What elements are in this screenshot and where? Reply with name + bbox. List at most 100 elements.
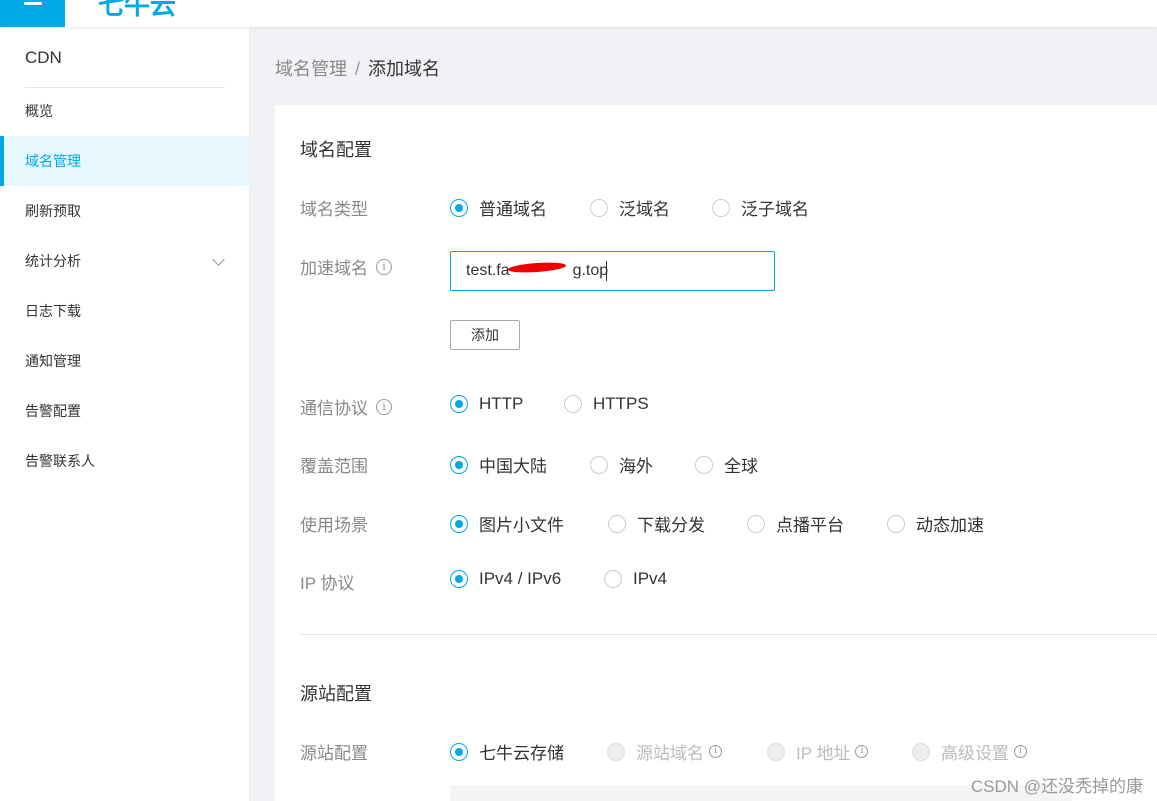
section-divider (300, 634, 1157, 635)
sidebar-item-label: 刷新预取 (25, 203, 81, 219)
scenario-option-dynamic[interactable]: 动态加速 (887, 511, 984, 536)
scenario-option-images[interactable]: 图片小文件 (450, 511, 564, 536)
scenario-option-download[interactable]: 下载分发 (608, 511, 705, 536)
option-label: IPv4 (633, 569, 668, 588)
domain-input-suffix: g.top (572, 262, 609, 279)
radio-unchecked-icon (887, 514, 905, 533)
radio-unchecked-icon (747, 514, 765, 533)
radio-unchecked-icon (590, 198, 608, 217)
radio-checked-icon (450, 570, 468, 588)
info-icon[interactable]: i (1014, 745, 1027, 758)
radio-checked-icon (450, 395, 468, 413)
sidebar-item-notifications[interactable]: 通知管理 (0, 336, 250, 386)
domain-type-option-wildcard-sub[interactable]: 泛子域名 (712, 195, 809, 220)
breadcrumb-current: 添加域名 (368, 59, 441, 79)
sidebar-item-statistics[interactable]: 统计分析 (0, 236, 250, 286)
option-label: 图片小文件 (479, 516, 564, 535)
coverage-option-overseas[interactable]: 海外 (590, 452, 653, 477)
domain-type-option-wildcard[interactable]: 泛域名 (590, 195, 670, 220)
radio-checked-icon (450, 742, 468, 761)
radio-checked-icon (450, 198, 468, 217)
ip-option-dual[interactable]: IPv4 / IPv6 (450, 569, 561, 589)
radio-disabled-icon (607, 742, 625, 761)
breadcrumb-parent[interactable]: 域名管理 (275, 59, 347, 79)
sidebar-item-domain-management[interactable]: 域名管理 (0, 136, 250, 186)
radio-unchecked-icon (695, 455, 713, 474)
domain-type-label: 域名类型 (300, 195, 368, 220)
breadcrumb-separator: / (355, 59, 361, 79)
radio-unchecked-icon (564, 395, 582, 413)
option-label: 全球 (724, 457, 758, 476)
option-label: 高级设置 (941, 744, 1009, 763)
protocol-option-http[interactable]: HTTP (450, 394, 523, 414)
sidebar-title: CDN (25, 48, 62, 67)
coverage-option-mainland[interactable]: 中国大陆 (450, 452, 547, 477)
origin-option-domain: 源站域名 i (607, 739, 722, 764)
radio-unchecked-icon (604, 570, 622, 588)
info-icon[interactable]: i (376, 398, 392, 415)
info-icon[interactable]: i (709, 745, 722, 758)
accel-domain-input[interactable]: test.fa g.top (450, 251, 775, 291)
origin-label: 源站配置 (300, 739, 368, 764)
sidebar-item-alert-contacts[interactable]: 告警联系人 (0, 436, 250, 486)
logo[interactable]: 七牛云 (98, 0, 176, 19)
option-label: HTTP (479, 394, 524, 413)
breadcrumb: 域名管理 / 添加域名 (275, 55, 440, 81)
text-caret (606, 261, 607, 281)
origin-option-qiniu-storage[interactable]: 七牛云存储 (450, 739, 564, 764)
option-label: 七牛云存储 (479, 744, 564, 763)
origin-option-ip: IP 地址 i (767, 739, 869, 764)
watermark: CSDN @还没秃掉的康 (970, 777, 1143, 796)
sidebar-item-log-download[interactable]: 日志下载 (0, 286, 250, 336)
sidebar-item-overview[interactable]: 概览 (0, 86, 250, 136)
top-bar: 七牛云 (0, 0, 1157, 27)
option-label: 普通域名 (479, 200, 547, 219)
option-label: HTTPS (593, 394, 649, 413)
radio-unchecked-icon (590, 455, 608, 474)
option-label: IP 地址 (796, 744, 851, 763)
ip-protocol-label: IP 协议 (300, 569, 354, 594)
add-domain-button[interactable]: 添加 (450, 320, 520, 350)
sidebar-item-refresh-prefetch[interactable]: 刷新预取 (0, 186, 250, 236)
sidebar-item-label: 日志下载 (25, 303, 81, 319)
option-label: 泛域名 (619, 200, 670, 219)
sidebar-item-label: 告警联系人 (25, 453, 95, 469)
coverage-option-global[interactable]: 全球 (695, 452, 758, 477)
option-label: IPv4 / IPv6 (479, 569, 562, 588)
origin-label-text: 源站配置 (300, 744, 368, 763)
option-label: 海外 (619, 457, 653, 476)
ip-option-ipv4[interactable]: IPv4 (604, 569, 667, 589)
sidebar-item-label: 告警配置 (25, 403, 81, 419)
scenario-label: 使用场景 (300, 511, 368, 536)
option-label: 源站域名 (636, 744, 704, 763)
option-label: 动态加速 (916, 516, 984, 535)
sidebar-item-label: 统计分析 (25, 253, 81, 269)
coverage-label: 覆盖范围 (300, 452, 368, 477)
radio-checked-icon (450, 455, 468, 474)
option-label: 点播平台 (776, 516, 844, 535)
info-icon[interactable]: i (376, 258, 392, 275)
scenario-option-vod[interactable]: 点播平台 (747, 511, 844, 536)
radio-unchecked-icon (608, 514, 626, 533)
sidebar-item-label: 概览 (25, 103, 53, 119)
sidebar-item-alert-config[interactable]: 告警配置 (0, 386, 250, 436)
origin-config-title: 源站配置 (300, 684, 372, 704)
option-label: 下载分发 (637, 516, 705, 535)
scenario-label-text: 使用场景 (300, 516, 368, 535)
info-icon[interactable]: i (855, 745, 869, 758)
radio-checked-icon (450, 514, 468, 533)
hamburger-menu-button[interactable] (0, 0, 65, 27)
option-label: 泛子域名 (741, 200, 809, 219)
domain-config-title: 域名配置 (300, 140, 372, 160)
option-label: 中国大陆 (479, 457, 547, 476)
radio-disabled-icon (767, 742, 785, 761)
chevron-down-icon (212, 253, 225, 266)
domain-type-option-normal[interactable]: 普通域名 (450, 195, 547, 220)
origin-option-advanced: 高级设置 i (912, 739, 1027, 764)
protocol-label: 通信协议 i (300, 394, 392, 419)
domain-input-prefix: test.fa (466, 262, 510, 279)
accel-domain-label: 加速域名 i (300, 254, 392, 279)
coverage-label-text: 覆盖范围 (300, 457, 368, 476)
protocol-option-https[interactable]: HTTPS (564, 394, 649, 414)
sidebar-item-label: 通知管理 (25, 353, 81, 369)
